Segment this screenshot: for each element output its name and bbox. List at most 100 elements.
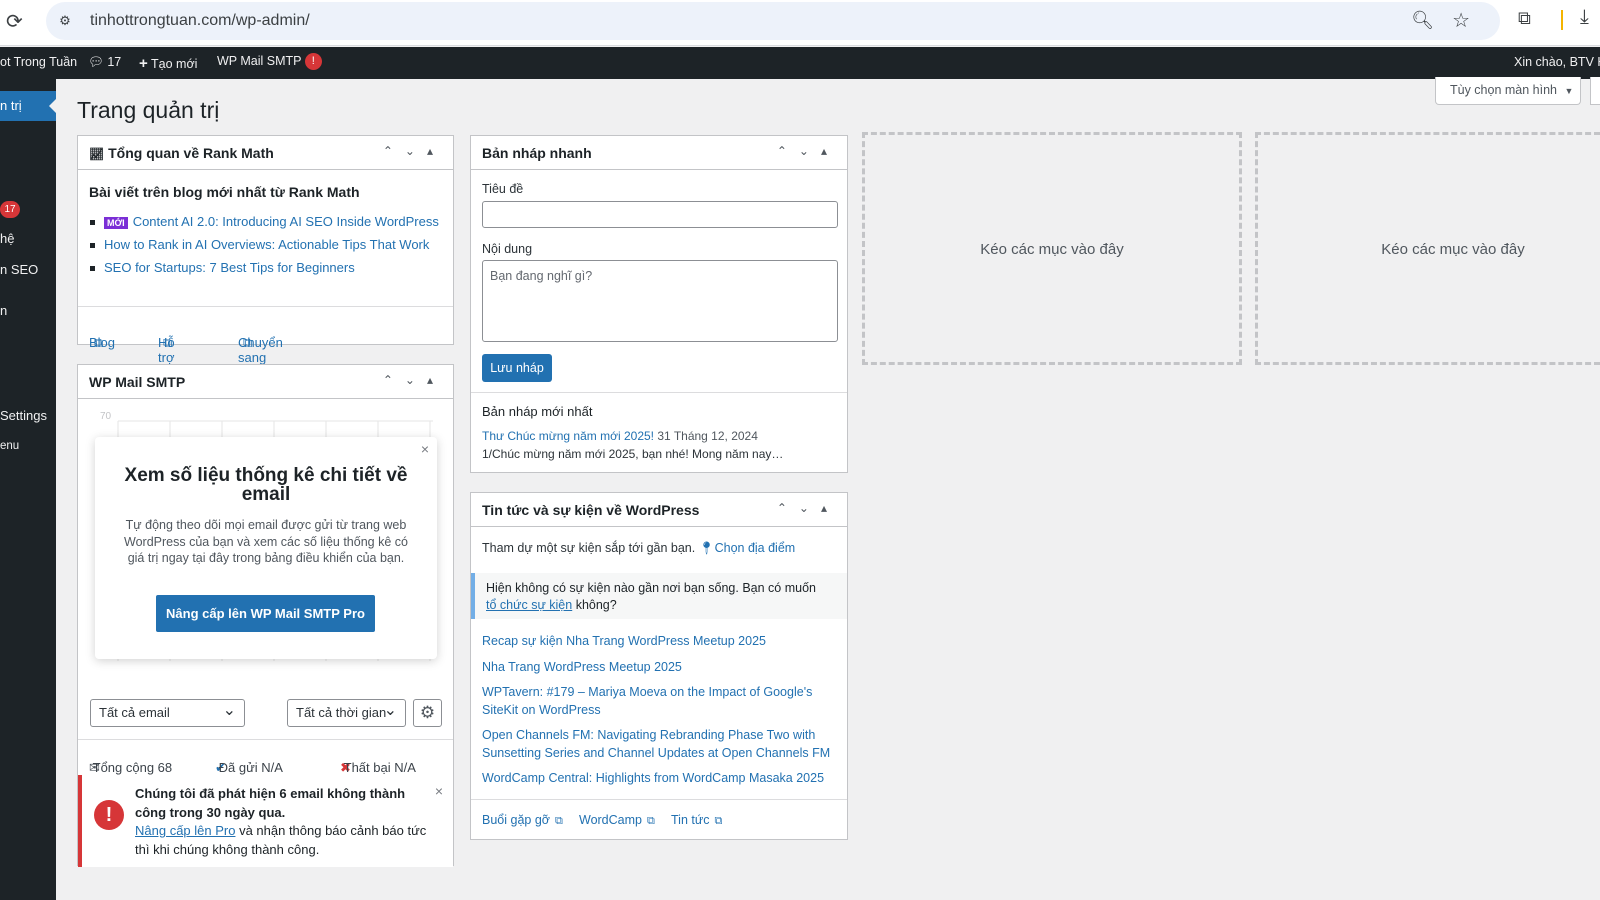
caret-down-icon: ▼ xyxy=(1564,86,1574,96)
email-stats-bar: ✉ Tổng cộng 68 ✔ Đã gửi N/A ✖ Thất bại N… xyxy=(78,739,453,775)
sidebar-item-dashboard[interactable]: n trị xyxy=(0,91,56,121)
meetups-link[interactable]: Buổi gặp gỡ ⧉ xyxy=(482,813,563,828)
popup-text: Tự động theo dõi mọi email được gửi từ t… xyxy=(124,518,408,565)
save-draft-button[interactable]: Lưu nháp xyxy=(482,354,552,382)
sidebar-item-seo[interactable]: n SEO xyxy=(0,262,38,277)
sidebar-item-collapse-menu[interactable]: enu xyxy=(0,440,19,452)
quick-draft-widget: Bản nháp nhanh ⌃⌄▴ Tiêu đề Nội dung Bạn … xyxy=(470,135,848,473)
widget-controls[interactable]: ⌃⌄▴ xyxy=(777,501,839,515)
draft-title-input[interactable] xyxy=(482,201,838,228)
zoom-icon[interactable]: 🔍︎ xyxy=(1411,10,1434,31)
wordcamp-link[interactable]: WordCamp ⧉ xyxy=(579,813,655,828)
external-link-icon: ⧉ xyxy=(646,815,655,827)
rankmath-post-list: MỚI Content AI 2.0: Introducing AI SEO In… xyxy=(90,214,439,283)
smtp-menu-link[interactable]: WP Mail SMTP ! xyxy=(217,53,322,70)
help-button[interactable] xyxy=(1590,77,1600,105)
sidebar-item-settings[interactable]: Settings xyxy=(0,408,47,423)
no-events-notice: Hiện không có sự kiện nào gần nơi bạn số… xyxy=(471,573,847,619)
news-link[interactable]: Open Channels FM: Navigating Rebranding … xyxy=(482,726,838,762)
widget-controls[interactable]: ⌃⌄▴ xyxy=(383,144,445,158)
close-icon[interactable]: × xyxy=(435,783,443,799)
news-page-link[interactable]: Tin tức ⧉ xyxy=(671,813,722,828)
news-link[interactable]: Recap sự kiện Nha Trang WordPress Meetup… xyxy=(482,632,838,650)
list-item: MỚI Content AI 2.0: Introducing AI SEO In… xyxy=(90,214,439,229)
external-link-icon: ⧉ xyxy=(554,815,563,827)
wordcamp-label: WordCamp xyxy=(579,813,642,827)
external-link-icon: ⧉ xyxy=(714,815,723,827)
reload-icon[interactable]: ⟳ xyxy=(6,9,23,34)
address-bar[interactable]: ⚙ tinhottrongtuan.com/wp-admin/ 🔍︎ ☆ xyxy=(46,2,1500,40)
screen-options-label: Tùy chọn màn hình xyxy=(1450,83,1558,97)
title-label: Tiêu đề xyxy=(482,182,524,196)
upgrade-popup: × Xem số liệu thống kê chi tiết về email… xyxy=(95,437,437,659)
content-label: Nội dung xyxy=(482,242,533,256)
dropzone-label: Kéo các mục vào đây xyxy=(1381,241,1525,258)
news-link[interactable]: WordCamp Central: Highlights from WordCa… xyxy=(482,769,838,787)
popup-title: Xem số liệu thống kê chi tiết về email xyxy=(124,465,408,505)
extensions-icon[interactable]: ⧉ xyxy=(1518,8,1531,29)
greeting-link[interactable]: Xin chào, BTV H xyxy=(1514,55,1600,69)
gear-icon[interactable]: ⚙ xyxy=(413,699,442,727)
widget-header: Tin tức và sự kiện về WordPress ⌃⌄▴ xyxy=(471,493,847,527)
news-link[interactable]: WPTavern: #179 – Mariya Moeva on the Imp… xyxy=(482,683,838,719)
upgrade-pro-button[interactable]: Nâng cấp lên WP Mail SMTP Pro xyxy=(156,595,375,632)
upgrade-pro-link[interactable]: Nâng cấp lên Pro xyxy=(135,823,235,838)
recent-draft-link[interactable]: Thư Chúc mừng năm mới 2025! xyxy=(482,429,654,443)
close-icon[interactable]: × xyxy=(421,441,429,457)
notice-text-pre: Hiện không có sự kiện nào gần nơi bạn số… xyxy=(486,581,816,595)
admin-sidebar: n trị 17 hệ n SEO n Settings enu xyxy=(0,79,56,900)
post-link[interactable]: How to Rank in AI Overviews: Actionable … xyxy=(104,237,429,252)
download-icon[interactable]: ⤓ xyxy=(1580,6,1589,29)
meetups-label: Buổi gặp gỡ xyxy=(482,813,550,827)
events-intro-text: Tham dự một sự kiện sắp tới gần bạn. xyxy=(482,541,696,555)
choose-location-link[interactable]: Chọn địa điểm xyxy=(715,541,796,555)
chart-ymax-label: 70 xyxy=(100,411,112,422)
failed-email-alert: ! Chúng tôi đã phát hiện 6 email không t… xyxy=(78,775,453,867)
email-filter-select[interactable]: Tất cả email xyxy=(90,699,245,727)
organize-event-link[interactable]: tổ chức sự kiện xyxy=(486,598,572,612)
widget-controls[interactable]: ⌃⌄▴ xyxy=(777,144,839,158)
post-link[interactable]: Content AI 2.0: Introducing AI SEO Insid… xyxy=(133,214,439,229)
external-link-icon: ⧉ xyxy=(243,335,253,350)
alert-bold-text: Chúng tôi đã phát hiện 6 email không thà… xyxy=(135,786,406,820)
url-text[interactable]: tinhottrongtuan.com/wp-admin/ xyxy=(90,12,310,30)
draft-content-textarea[interactable]: Bạn đang nghĩ gì? xyxy=(482,260,838,342)
content-placeholder: Bạn đang nghĩ gì? xyxy=(490,269,593,283)
list-item: How to Rank in AI Overviews: Actionable … xyxy=(90,237,439,252)
alert-icon: ! xyxy=(94,800,124,830)
stat-failed-label: Thất bại N/A xyxy=(343,760,416,775)
rankmath-widget: 📈︎ Tổng quan về Rank Math ⌃⌄▴ Bài viết t… xyxy=(77,135,454,380)
site-name-link[interactable]: ot Trong Tuần xyxy=(0,55,77,69)
news-link[interactable]: Nha Trang WordPress Meetup 2025 xyxy=(482,658,838,676)
site-settings-icon[interactable]: ⚙ xyxy=(56,12,74,30)
stat-failed: ✖ Thất bại N/A xyxy=(340,750,416,775)
smtp-menu-label: WP Mail SMTP xyxy=(217,53,302,68)
external-link-icon: ⧉ xyxy=(163,335,173,350)
location-pin-icon: 📍︎ xyxy=(698,541,715,555)
widget-title: Tin tức và sự kiện về WordPress xyxy=(482,502,700,518)
notice-text-post: không? xyxy=(572,598,617,612)
screen-options-button[interactable]: Tùy chọn màn hình ▼ xyxy=(1435,77,1581,105)
sidebar-item-contact[interactable]: hệ xyxy=(0,231,14,246)
widget-header: WP Mail SMTP ⌃⌄▴ xyxy=(78,365,453,399)
dropzone-column-3[interactable]: Kéo các mục vào đây xyxy=(862,132,1242,365)
widget-header: 📈︎ Tổng quan về Rank Math ⌃⌄▴ xyxy=(78,136,453,170)
news-footer: Buổi gặp gỡ ⧉ WordCamp ⧉ Tin tức ⧉ xyxy=(471,799,847,839)
sidebar-item-misc[interactable]: n xyxy=(0,303,7,318)
smtp-widget: WP Mail SMTP ⌃⌄▴ 70 × Xem số liệu thống … xyxy=(77,364,454,867)
wp-news-widget: Tin tức và sự kiện về WordPress ⌃⌄▴ Tham… xyxy=(470,492,848,840)
no-events-text: Hiện không có sự kiện nào gần nơi bạn số… xyxy=(486,580,826,614)
new-content-link[interactable]: + Tạo mới xyxy=(139,55,197,72)
rankmath-subtitle: Bài viết trên blog mới nhất từ Rank Math xyxy=(89,184,360,200)
plus-icon: + xyxy=(139,55,148,72)
dropzone-column-4[interactable]: Kéo các mục vào đây xyxy=(1255,132,1600,365)
stat-sent: ✔ Đã gửi N/A xyxy=(215,750,283,775)
bookmark-star-icon[interactable]: ☆ xyxy=(1452,8,1470,33)
news-label: Tin tức xyxy=(671,813,710,827)
external-link-icon: ⧉ xyxy=(94,335,104,350)
comments-link[interactable]: 💬︎ 17 xyxy=(88,55,121,70)
browser-toolbar: ⟳ ⚙ tinhottrongtuan.com/wp-admin/ 🔍︎ ☆ ⧉… xyxy=(0,0,1600,46)
post-link[interactable]: SEO for Startups: 7 Best Tips for Beginn… xyxy=(104,260,355,275)
widget-controls[interactable]: ⌃⌄▴ xyxy=(383,373,445,387)
time-filter-select[interactable]: Tất cả thời gian xyxy=(287,699,406,727)
